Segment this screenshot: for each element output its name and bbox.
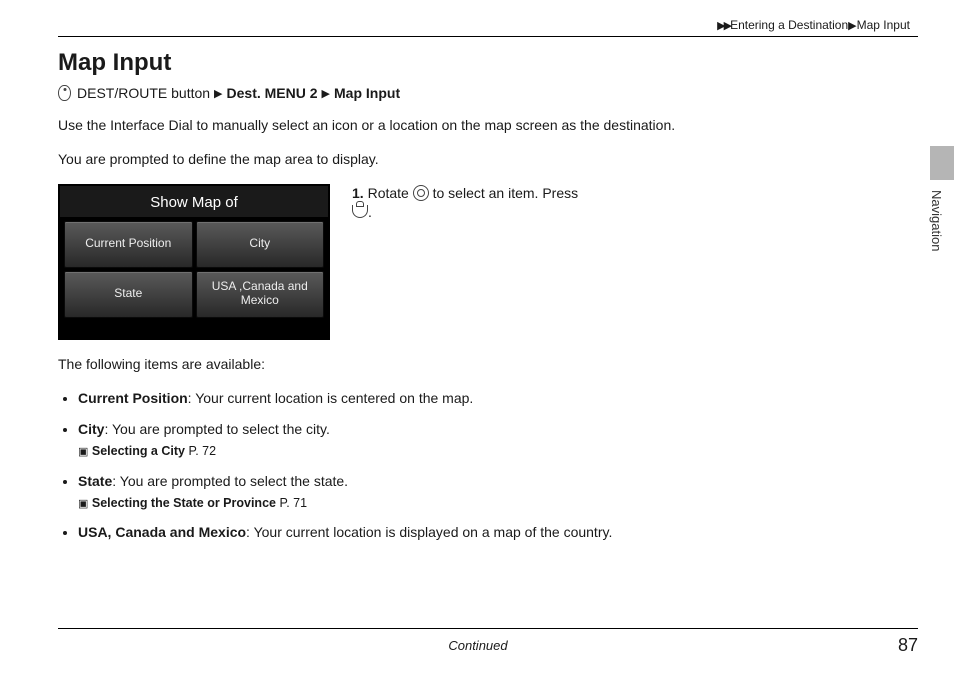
screen-title: Show Map of: [60, 186, 328, 217]
press-dial-icon: [352, 205, 368, 218]
intro-text: Use the Interface Dial to manually selec…: [58, 115, 678, 135]
page-title: Map Input: [58, 49, 918, 77]
options-list: Current Position: Your current location …: [58, 388, 698, 544]
breadcrumb-part2: Map Input: [857, 18, 910, 32]
nav-path: DEST/ROUTE button ▶ Dest. MENU 2 ▶ Map I…: [58, 85, 918, 101]
item-desc: : You are prompted to select the city.: [104, 421, 329, 437]
available-label: The following items are available:: [58, 354, 678, 374]
item-label: State: [78, 473, 112, 489]
nav-step-3: Map Input: [334, 85, 400, 101]
divider-top: [58, 36, 918, 37]
section-tab: [930, 146, 954, 180]
item-desc: : You are prompted to select the state.: [112, 473, 348, 489]
continued-label: Continued: [58, 638, 898, 653]
rotate-dial-icon: [413, 185, 429, 201]
link-icon: ▣: [78, 498, 88, 510]
chevron-right-icon: ▶▶: [717, 20, 730, 32]
chevron-right-icon: ▶: [214, 87, 222, 100]
item-label: Current Position: [78, 390, 188, 406]
screen-button-state[interactable]: State: [64, 271, 193, 318]
xref-label: Selecting the State or Province: [92, 496, 276, 510]
screen-button-grid: Current Position City State USA ,Canada …: [60, 217, 328, 338]
cross-reference: ▣ Selecting the State or Province P. 71: [78, 494, 698, 513]
item-label: USA, Canada and Mexico: [78, 524, 246, 540]
item-desc: : Your current location is centered on t…: [188, 390, 474, 406]
screen-button-usa-canada-mexico[interactable]: USA ,Canada and Mexico: [196, 271, 325, 318]
cross-reference: ▣ Selecting a City P. 72: [78, 442, 698, 461]
dial-icon: [58, 85, 71, 101]
breadcrumb: ▶▶Entering a Destination▶Map Input: [58, 18, 918, 32]
nav-step-2: Dest. MENU 2: [227, 85, 318, 101]
list-item: City: You are prompted to select the cit…: [78, 419, 698, 461]
chevron-right-icon: ▶: [848, 20, 856, 32]
instruction-step-1: 1. Rotate to select an item. Press .: [352, 184, 578, 223]
list-item: USA, Canada and Mexico: Your current loc…: [78, 522, 698, 543]
screen-button-current-position[interactable]: Current Position: [64, 221, 193, 268]
step-select-text: to select an item. Press: [433, 185, 579, 201]
breadcrumb-part1: Entering a Destination: [730, 18, 848, 32]
xref-page: P. 72: [188, 444, 216, 458]
chevron-right-icon: ▶: [322, 87, 330, 100]
list-item: Current Position: Your current location …: [78, 388, 698, 409]
device-screenshot: Show Map of Current Position City State …: [58, 184, 330, 340]
link-icon: ▣: [78, 446, 88, 458]
step-number: 1.: [352, 185, 364, 201]
step-rotate-word: Rotate: [368, 185, 409, 201]
list-item: State: You are prompted to select the st…: [78, 471, 698, 513]
item-label: City: [78, 421, 104, 437]
page-number: 87: [898, 635, 918, 656]
item-desc: : Your current location is displayed on …: [246, 524, 612, 540]
prompt-text: You are prompted to define the map area …: [58, 149, 678, 169]
page-footer: Continued 87: [58, 628, 918, 656]
xref-page: P. 71: [279, 496, 307, 510]
section-label: Navigation: [929, 190, 944, 251]
xref-label: Selecting a City: [92, 444, 185, 458]
screen-button-city[interactable]: City: [196, 221, 325, 268]
nav-step-source: DEST/ROUTE button: [77, 85, 210, 101]
step-end: .: [368, 204, 372, 220]
